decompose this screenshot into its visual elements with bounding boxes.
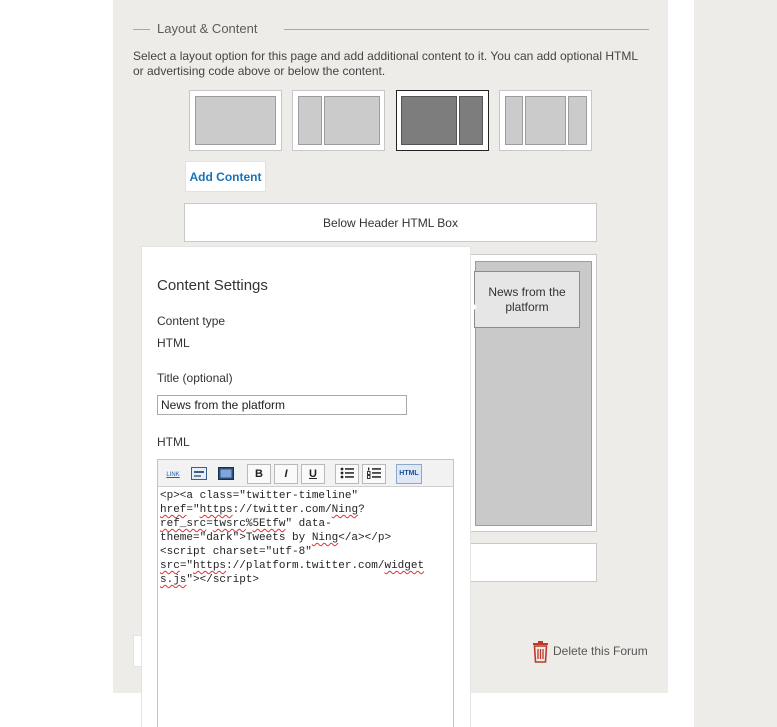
editor-toolbar: LINK B I U HTML — [158, 460, 453, 487]
divider-right — [284, 29, 649, 30]
code-token: "></ — [186, 574, 213, 586]
code-token: Ning — [331, 504, 359, 516]
html-mode-button[interactable]: HTML — [396, 464, 422, 484]
section-title: Layout & Content — [157, 21, 258, 36]
code-token: https — [193, 560, 227, 572]
sidebar-module-news[interactable]: News from the platform — [474, 271, 580, 328]
bullet-list-button[interactable] — [335, 464, 359, 484]
insert-image-button[interactable] — [188, 464, 210, 484]
code-token: =" — [179, 560, 194, 572]
layout-block-sidebar — [298, 96, 322, 145]
layout-block-sidebar — [459, 96, 483, 145]
code-token: :// — [232, 504, 253, 516]
content-settings-popup: Content Settings Content type HTML Title… — [141, 246, 471, 727]
code-token: theme="dark">Tweets by — [160, 532, 312, 544]
code-token: </a></p> — [338, 532, 392, 544]
right-background-strip — [694, 0, 777, 727]
italic-button[interactable]: I — [274, 464, 298, 484]
image-icon — [191, 467, 207, 480]
delete-forum-label: Delete this Forum — [553, 644, 648, 658]
link-button-label: LINK — [166, 472, 180, 478]
code-line-5: <script charset="utf-8" — [160, 546, 312, 558]
numbered-list-button[interactable] — [362, 464, 386, 484]
code-line-1: <p><a class="twitter-timeline" — [160, 490, 359, 502]
layout-block-right — [568, 96, 587, 145]
code-token: widget — [384, 560, 425, 572]
section-header: Layout & Content — [133, 21, 649, 37]
layout-block-main — [401, 96, 457, 145]
below-header-html-box[interactable]: Below Header HTML Box — [184, 203, 597, 242]
layout-block-main — [525, 96, 566, 145]
content-type-label: Content type — [157, 314, 226, 328]
code-token: > — [252, 574, 260, 586]
trash-icon — [533, 641, 548, 663]
code-token: twsrc — [212, 518, 246, 530]
code-token: href — [160, 504, 187, 516]
layout-option-single-column[interactable] — [189, 90, 282, 151]
code-token: / — [325, 504, 332, 516]
title-label: Title (optional) — [157, 371, 233, 385]
code-token: = — [206, 518, 213, 530]
code-token: twitter.com — [252, 504, 326, 516]
html-code-textarea[interactable]: <p><a class="twitter-timeline" href="htt… — [160, 489, 452, 587]
html-editor: LINK B I U HTML <p><a class="twitter-tim… — [157, 459, 454, 727]
link-button[interactable]: LINK — [161, 464, 185, 484]
code-token: " data- — [285, 518, 332, 530]
layout-option-right-sidebar[interactable] — [396, 90, 489, 151]
layout-block-main — [195, 96, 276, 145]
popup-heading: Content Settings — [157, 277, 268, 294]
code-token: 5Etfw — [252, 518, 286, 530]
insert-media-button[interactable] — [215, 464, 237, 484]
code-token: s.js — [160, 574, 187, 586]
code-token: =" — [186, 504, 200, 516]
add-content-button[interactable]: Add Content — [185, 161, 266, 192]
numbered-list-icon — [367, 467, 381, 479]
layout-option-three-column[interactable] — [499, 90, 592, 151]
bullet-list-icon — [340, 467, 354, 479]
code-token: Ning — [311, 532, 339, 544]
layout-block-main — [324, 96, 380, 145]
code-token: ? — [358, 504, 365, 516]
code-token: https — [199, 504, 233, 516]
bold-button[interactable]: B — [247, 464, 271, 484]
section-description: Select a layout option for this page and… — [133, 49, 638, 78]
code-token: :// — [226, 560, 246, 572]
layout-option-left-sidebar[interactable] — [292, 90, 385, 151]
code-token: script — [212, 574, 253, 586]
divider-left — [133, 29, 150, 30]
title-input[interactable] — [157, 395, 407, 415]
module-pointer-arrow — [471, 301, 477, 313]
page: Layout & Content Select a layout option … — [0, 0, 777, 727]
media-icon — [218, 467, 234, 480]
code-token: platform.twitter.com — [245, 560, 378, 572]
code-token: ref_src — [160, 518, 207, 530]
html-label: HTML — [157, 435, 190, 449]
underline-button[interactable]: U — [301, 464, 325, 484]
content-type-value: HTML — [157, 336, 190, 350]
layout-block-left — [505, 96, 523, 145]
code-token: src — [160, 560, 180, 572]
